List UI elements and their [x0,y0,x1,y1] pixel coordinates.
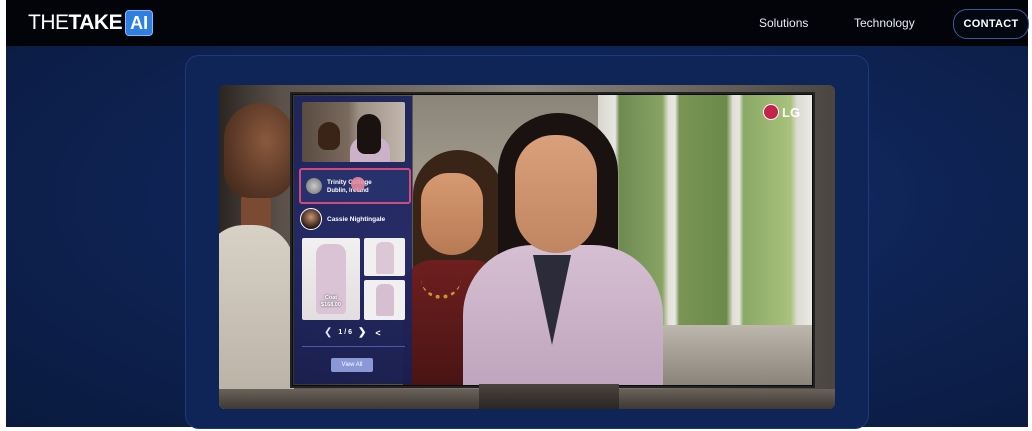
nav-link-technology[interactable]: Technology [854,16,915,30]
coat-image-icon [376,284,394,316]
location-text: Trinity College Dublin, Ireland [327,178,372,195]
scene-woman-left-face [421,173,483,255]
person-name: Cassie Nightingale [327,215,386,223]
pager-count: 1 / 6 [338,329,353,336]
location-icon [306,178,322,194]
scene-woman-right-face [515,135,597,253]
lg-circle-icon [763,104,779,120]
logo-the-text: THE [28,11,69,34]
product-pager: ❮ 1 / 6 ❯ < [324,327,381,338]
share-icon[interactable]: < [375,328,380,338]
tv-screen: LG Trinity College Dublin, Ireland Cassi… [293,95,812,385]
thumbnail-person-left [318,122,340,150]
product-tile-main[interactable]: Coat $168.00 [302,238,360,320]
lg-brand-text: LG [782,104,801,120]
view-all-button[interactable]: View All [331,358,373,372]
navbar: THE TAKE AI Solutions Technology CONTACT [6,0,1029,46]
chevron-left-icon[interactable]: ❮ [324,327,332,338]
product-tile-3[interactable] [364,280,405,320]
nav-link-solutions[interactable]: Solutions [759,16,808,30]
product-price: $168.00 [321,302,341,308]
location-subtitle: Dublin, Ireland [327,187,369,194]
thumbnail-person-right [357,114,381,154]
overlay-divider [302,346,405,347]
page-frame-right [1028,0,1032,431]
product-tile-2[interactable] [364,238,405,276]
logo-ai-badge: AI [125,10,154,36]
pointer-cursor-icon [351,177,365,191]
tv-stand [479,384,619,409]
viewer-head [224,103,294,198]
contact-button[interactable]: CONTACT [953,9,1029,39]
scene-thumbnail[interactable] [302,102,405,162]
coat-image-icon [376,242,394,274]
product-price-label: Coat $168.00 [302,295,360,309]
product-label: Coat [324,295,338,301]
product-grid: Coat $168.00 [302,238,405,320]
viewer-body [219,225,294,409]
location-title: Trinity College [327,178,372,186]
person-card[interactable]: Cassie Nightingale [300,208,408,230]
person-avatar-icon [300,208,322,230]
thetake-logo[interactable]: THE TAKE AI [28,10,154,36]
logo-take-text: TAKE [68,11,123,34]
tv-frame: LG Trinity College Dublin, Ireland Cassi… [290,92,815,388]
demo-video[interactable]: LG Trinity College Dublin, Ireland Cassi… [219,85,835,409]
lg-logo: LG [763,104,800,120]
shopping-overlay: Trinity College Dublin, Ireland Cassie N… [294,96,412,384]
chevron-right-icon[interactable]: ❯ [358,327,366,338]
